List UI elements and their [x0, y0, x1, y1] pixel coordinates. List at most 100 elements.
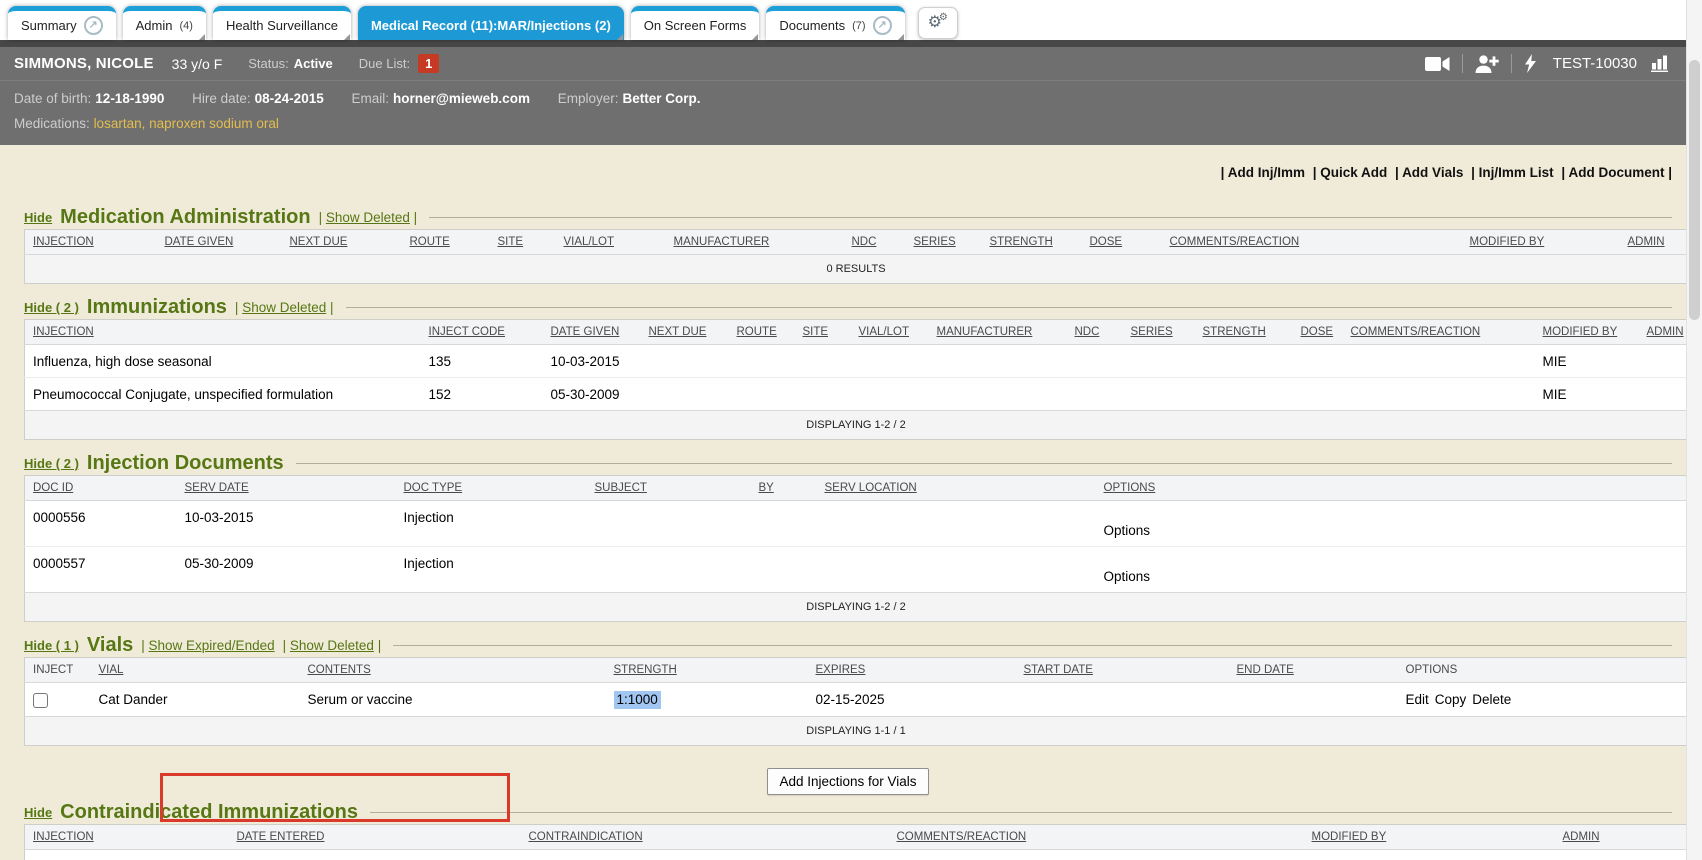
banner-toolbar: TEST-10030	[1425, 54, 1672, 73]
section-title: Vials	[87, 634, 133, 657]
hide-link[interactable]: Hide ( 1 )	[24, 638, 79, 653]
medication-administration-table: INJECTION DATE GIVEN NEXT DUE ROUTE SITE…	[24, 229, 1688, 284]
show-deleted-link[interactable]: Show Deleted	[290, 638, 374, 653]
section-header: Hide Contraindicated Immunizations	[24, 801, 1672, 824]
due-list-badge[interactable]: 1	[418, 54, 439, 73]
inject-code: 152	[421, 378, 543, 411]
tab-documents-label: Documents	[779, 18, 845, 33]
col-admin: ADMIN	[1628, 236, 1665, 248]
lightning-icon[interactable]	[1524, 54, 1537, 73]
tab-medical-record-label: Medical Record (11):MAR/Injections (2)	[371, 18, 611, 33]
tab-health-surveillance[interactable]: Health Surveillance	[213, 6, 351, 40]
medication-link-losartan[interactable]: losartan	[94, 116, 150, 131]
gear-icon-small: ⚙	[939, 13, 948, 23]
settings-button[interactable]: ⚙ ⚙	[918, 7, 958, 39]
section-title: Medication Administration	[60, 206, 310, 229]
add-inj-imm-link[interactable]: Add Inj/Imm	[1228, 165, 1305, 180]
scrollbar[interactable]	[1686, 0, 1702, 860]
col-site: SITE	[803, 326, 829, 338]
quick-add-link[interactable]: Quick Add	[1320, 165, 1387, 180]
col-injection: INJECTION	[33, 326, 94, 338]
col-inject-code: INJECT CODE	[429, 326, 505, 338]
show-deleted-link[interactable]: Show Deleted	[326, 210, 410, 225]
add-document-link[interactable]: Add Document	[1568, 165, 1664, 180]
hide-link[interactable]: Hide ( 2 )	[24, 300, 79, 315]
delete-link[interactable]: Delete	[1472, 692, 1511, 707]
col-series: SERIES	[914, 236, 956, 248]
date-given: 10-03-2015	[543, 345, 641, 378]
results-count: 0 RESULTS	[25, 255, 1688, 284]
section-rule	[429, 217, 1672, 218]
hire-date-value: 08-24-2015	[255, 91, 324, 106]
injection-name: Influenza, high dose seasonal	[25, 345, 421, 378]
add-vials-link[interactable]: Add Vials	[1402, 165, 1463, 180]
patient-name: SIMMONS, NICOLE	[14, 55, 154, 72]
tab-on-screen-forms[interactable]: On Screen Forms	[631, 6, 760, 40]
add-person-icon[interactable]	[1475, 55, 1499, 73]
vial-row[interactable]: Cat Dander Serum or vaccine 1:1000 02-15…	[25, 683, 1688, 717]
options-link[interactable]: Options	[1104, 523, 1151, 538]
action-wrap: Inj/Imm List	[1471, 165, 1554, 180]
col-vial-lot: VIAL/LOT	[859, 326, 910, 338]
demographics-row: Date of birth:12-18-1990 Hire date:08-24…	[14, 86, 1672, 111]
vial-checkbox[interactable]	[33, 693, 48, 708]
section-header: Hide Medication Administration Show Dele…	[24, 206, 1672, 229]
immunization-row[interactable]: Influenza, high dose seasonal 135 10-03-…	[25, 345, 1688, 378]
serv-date: 05-30-2009	[177, 547, 396, 593]
tab-admin[interactable]: Admin (4)	[123, 6, 206, 40]
col-strength: STRENGTH	[990, 236, 1053, 248]
chart-stats-icon[interactable]	[1651, 55, 1672, 72]
copy-link[interactable]: Copy	[1435, 692, 1467, 707]
section-injection-documents: Hide ( 2 ) Injection Documents DOC ID SE…	[24, 452, 1672, 622]
table-footer-row: DISPLAYING 1-2 / 2	[25, 593, 1688, 622]
col-modified-by: MODIFIED BY	[1312, 831, 1387, 843]
hire-date-label: Hire date:	[192, 91, 251, 106]
col-manufacturer: MANUFACTURER	[937, 326, 1033, 338]
doc-id: 0000557	[25, 547, 177, 593]
edit-link[interactable]: Edit	[1406, 692, 1429, 707]
scrollbar-thumb[interactable]	[1689, 60, 1700, 320]
employer-pair: Employer:Better Corp.	[558, 91, 701, 106]
displaying-count: DISPLAYING 1-2 / 2	[25, 411, 1688, 440]
tab-summary[interactable]: Summary ↗	[8, 6, 116, 40]
inj-imm-list-link[interactable]: Inj/Imm List	[1479, 165, 1554, 180]
options-link[interactable]: Options	[1104, 569, 1151, 584]
show-expired-ended-link[interactable]: Show Expired/Ended	[149, 638, 275, 653]
show-deleted-link[interactable]: Show Deleted	[242, 300, 326, 315]
video-call-icon[interactable]	[1425, 56, 1450, 72]
tab-onscreen-label: On Screen Forms	[644, 18, 747, 33]
section-rule	[370, 812, 1672, 813]
col-subject: SUBJECT	[595, 482, 647, 494]
injection-documents-table: DOC ID SERV DATE DOC TYPE SUBJECT BY SER…	[24, 475, 1688, 622]
hide-link[interactable]: Hide	[24, 805, 52, 820]
col-by: BY	[759, 482, 774, 494]
add-injections-for-vials-button[interactable]: Add Injections for Vials	[767, 768, 928, 795]
inject-code: 135	[421, 345, 543, 378]
col-vial: VIAL	[99, 664, 124, 676]
medication-link-naproxen[interactable]: naproxen sodium oral	[149, 116, 279, 131]
document-row[interactable]: 0000557 05-30-2009 Injection Options	[25, 547, 1688, 593]
tab-summary-label: Summary	[21, 18, 77, 33]
table-header-row: INJECTION INJECT CODE DATE GIVEN NEXT DU…	[25, 320, 1688, 345]
popout-icon[interactable]: ↗	[873, 16, 892, 35]
action-wrap: Add Inj/Imm	[1221, 165, 1305, 180]
popout-icon[interactable]: ↗	[84, 16, 103, 35]
tab-documents[interactable]: Documents (7) ↗	[766, 6, 904, 40]
immunizations-table: INJECTION INJECT CODE DATE GIVEN NEXT DU…	[24, 319, 1688, 440]
email-label: Email:	[351, 91, 389, 106]
hide-link[interactable]: Hide ( 2 )	[24, 456, 79, 471]
serv-date: 10-03-2015	[177, 501, 396, 547]
tab-admin-count: (4)	[179, 20, 192, 32]
chart-id: TEST-10030	[1553, 55, 1637, 72]
immunization-row[interactable]: Pneumococcal Conjugate, unspecified form…	[25, 378, 1688, 411]
document-row[interactable]: 0000556 10-03-2015 Injection Options	[25, 501, 1688, 547]
hide-link[interactable]: Hide	[24, 210, 52, 225]
vial-name: Cat Dander	[91, 683, 300, 717]
tab-medical-record[interactable]: Medical Record (11):MAR/Injections (2)	[358, 6, 624, 40]
dob-label: Date of birth:	[14, 91, 91, 106]
status-label: Status:	[248, 56, 288, 71]
section-rule	[346, 307, 1672, 308]
col-site: SITE	[498, 236, 524, 248]
col-ndc: NDC	[1075, 326, 1100, 338]
tab-admin-label: Admin	[136, 18, 173, 33]
